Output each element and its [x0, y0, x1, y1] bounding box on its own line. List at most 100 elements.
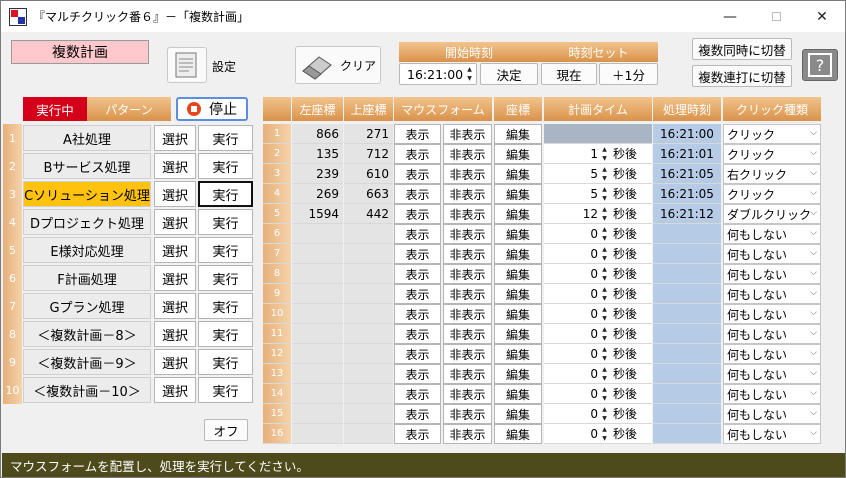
edit-button[interactable]: 編集 — [494, 284, 542, 304]
plan-time-spinner-icon[interactable]: ▲ ▼ — [600, 325, 609, 343]
pattern-select-button[interactable]: 選択 — [154, 153, 196, 179]
show-button[interactable]: 表示 — [394, 244, 441, 264]
edit-button[interactable]: 編集 — [494, 124, 542, 144]
serial-switch-button[interactable]: 複数連打に切替 — [692, 65, 792, 87]
edit-button[interactable]: 編集 — [494, 424, 542, 444]
edit-button[interactable]: 編集 — [494, 344, 542, 364]
pattern-select-button[interactable]: 選択 — [154, 125, 196, 151]
edit-button[interactable]: 編集 — [494, 404, 542, 424]
pattern-select-button[interactable]: 選択 — [154, 209, 196, 235]
click-type-select[interactable]: 何もしない ⌵ — [723, 284, 821, 304]
show-button[interactable]: 表示 — [394, 304, 441, 324]
show-button[interactable]: 表示 — [394, 184, 441, 204]
edit-button[interactable]: 編集 — [494, 204, 542, 224]
plan-time-spinner-icon[interactable]: ▲ ▼ — [600, 405, 609, 423]
edit-button[interactable]: 編集 — [494, 324, 542, 344]
click-type-select[interactable]: 何もしない ⌵ — [723, 384, 821, 404]
pattern-select-button[interactable]: 選択 — [154, 321, 196, 347]
pattern-run-button[interactable]: 実行 — [198, 321, 253, 347]
pattern-run-button[interactable]: 実行 — [198, 265, 253, 291]
hide-button[interactable]: 非表示 — [443, 124, 492, 144]
show-button[interactable]: 表示 — [394, 264, 441, 284]
plan-time-input[interactable]: 12 ▲ ▼ — [544, 204, 610, 224]
plan-time-spinner-icon[interactable]: ▲ ▼ — [600, 145, 609, 163]
pattern-run-button[interactable]: 実行 — [198, 153, 253, 179]
edit-button[interactable]: 編集 — [494, 364, 542, 384]
show-button[interactable]: 表示 — [394, 424, 441, 444]
minimize-button[interactable]: — — [707, 1, 753, 32]
show-button[interactable]: 表示 — [394, 204, 441, 224]
edit-button[interactable]: 編集 — [494, 144, 542, 164]
click-type-select[interactable]: 何もしない ⌵ — [723, 404, 821, 424]
show-button[interactable]: 表示 — [394, 404, 441, 424]
start-time-spinner-icon[interactable]: ▲ ▼ — [465, 65, 474, 83]
pattern-select-button[interactable]: 選択 — [154, 237, 196, 263]
edit-button[interactable]: 編集 — [494, 224, 542, 244]
hide-button[interactable]: 非表示 — [443, 264, 492, 284]
plan-time-input[interactable]: 1 ▲ ▼ — [544, 144, 610, 164]
hide-button[interactable]: 非表示 — [443, 164, 492, 184]
plan-time-spinner-icon[interactable]: ▲ ▼ — [600, 225, 609, 243]
click-type-select[interactable]: 何もしない ⌵ — [723, 324, 821, 344]
plan-time-input[interactable]: 0 ▲ ▼ — [544, 224, 610, 244]
plan-time-spinner-icon[interactable]: ▲ ▼ — [600, 285, 609, 303]
click-type-select[interactable]: 何もしない ⌵ — [723, 344, 821, 364]
pattern-run-button[interactable]: 実行 — [198, 349, 253, 375]
pattern-run-button[interactable]: 実行 — [198, 181, 253, 207]
click-type-select[interactable]: クリック ⌵ — [723, 144, 821, 164]
hide-button[interactable]: 非表示 — [443, 384, 492, 404]
hide-button[interactable]: 非表示 — [443, 284, 492, 304]
show-button[interactable]: 表示 — [394, 124, 441, 144]
plan-time-spinner-icon[interactable]: ▲ ▼ — [600, 385, 609, 403]
decide-button[interactable]: 決定 — [480, 63, 538, 85]
help-button[interactable]: ? — [802, 49, 838, 81]
plan-time-spinner-icon[interactable]: ▲ ▼ — [600, 265, 609, 283]
show-button[interactable]: 表示 — [394, 144, 441, 164]
plan-time-input[interactable]: 0 ▲ ▼ — [544, 244, 610, 264]
hide-button[interactable]: 非表示 — [443, 344, 492, 364]
plan-time-input[interactable]: 0 ▲ ▼ — [544, 404, 610, 424]
hide-button[interactable]: 非表示 — [443, 404, 492, 424]
show-button[interactable]: 表示 — [394, 384, 441, 404]
pattern-select-button[interactable]: 選択 — [154, 293, 196, 319]
click-type-select[interactable]: 何もしない ⌵ — [723, 224, 821, 244]
pattern-run-button[interactable]: 実行 — [198, 209, 253, 235]
pattern-run-button[interactable]: 実行 — [198, 293, 253, 319]
plan-time-input[interactable]: 0 ▲ ▼ — [544, 264, 610, 284]
pattern-run-button[interactable]: 実行 — [198, 125, 253, 151]
plan-time-input[interactable]: 5 ▲ ▼ — [544, 184, 610, 204]
click-type-select[interactable]: 何もしない ⌵ — [723, 364, 821, 384]
hide-button[interactable]: 非表示 — [443, 144, 492, 164]
hide-button[interactable]: 非表示 — [443, 324, 492, 344]
click-type-select[interactable]: クリック ⌵ — [723, 124, 821, 144]
show-button[interactable]: 表示 — [394, 364, 441, 384]
now-button[interactable]: 現在 — [541, 63, 597, 85]
plan-time-spinner-icon[interactable]: ▲ ▼ — [600, 365, 609, 383]
edit-button[interactable]: 編集 — [494, 184, 542, 204]
plan-time-input[interactable]: 0 ▲ ▼ — [544, 284, 610, 304]
click-type-select[interactable]: 何もしない ⌵ — [723, 244, 821, 264]
edit-button[interactable]: 編集 — [494, 304, 542, 324]
show-button[interactable]: 表示 — [394, 164, 441, 184]
pattern-select-button[interactable]: 選択 — [154, 377, 196, 403]
hide-button[interactable]: 非表示 — [443, 184, 492, 204]
plan-time-spinner-icon[interactable]: ▲ ▼ — [600, 165, 609, 183]
plan-time-input[interactable]: 0 ▲ ▼ — [544, 364, 610, 384]
start-time-input[interactable]: 16:21:00 ▲ ▼ — [399, 63, 477, 85]
plan-time-spinner-icon[interactable]: ▲ ▼ — [600, 185, 609, 203]
edit-button[interactable]: 編集 — [494, 264, 542, 284]
plan-time-spinner-icon[interactable]: ▲ ▼ — [600, 245, 609, 263]
edit-button[interactable]: 編集 — [494, 384, 542, 404]
plan-time-input[interactable]: 0 ▲ ▼ — [544, 344, 610, 364]
hide-button[interactable]: 非表示 — [443, 304, 492, 324]
plus-one-minute-button[interactable]: ＋1分 — [599, 63, 658, 85]
click-type-select[interactable]: クリック ⌵ — [723, 184, 821, 204]
show-button[interactable]: 表示 — [394, 284, 441, 304]
clear-button[interactable]: クリア — [295, 46, 381, 84]
plan-time-spinner-icon[interactable]: ▲ ▼ — [600, 305, 609, 323]
show-button[interactable]: 表示 — [394, 324, 441, 344]
plan-time-spinner-icon[interactable]: ▲ ▼ — [600, 425, 609, 443]
pattern-run-button[interactable]: 実行 — [198, 377, 253, 403]
hide-button[interactable]: 非表示 — [443, 204, 492, 224]
off-button[interactable]: オフ — [204, 419, 248, 441]
